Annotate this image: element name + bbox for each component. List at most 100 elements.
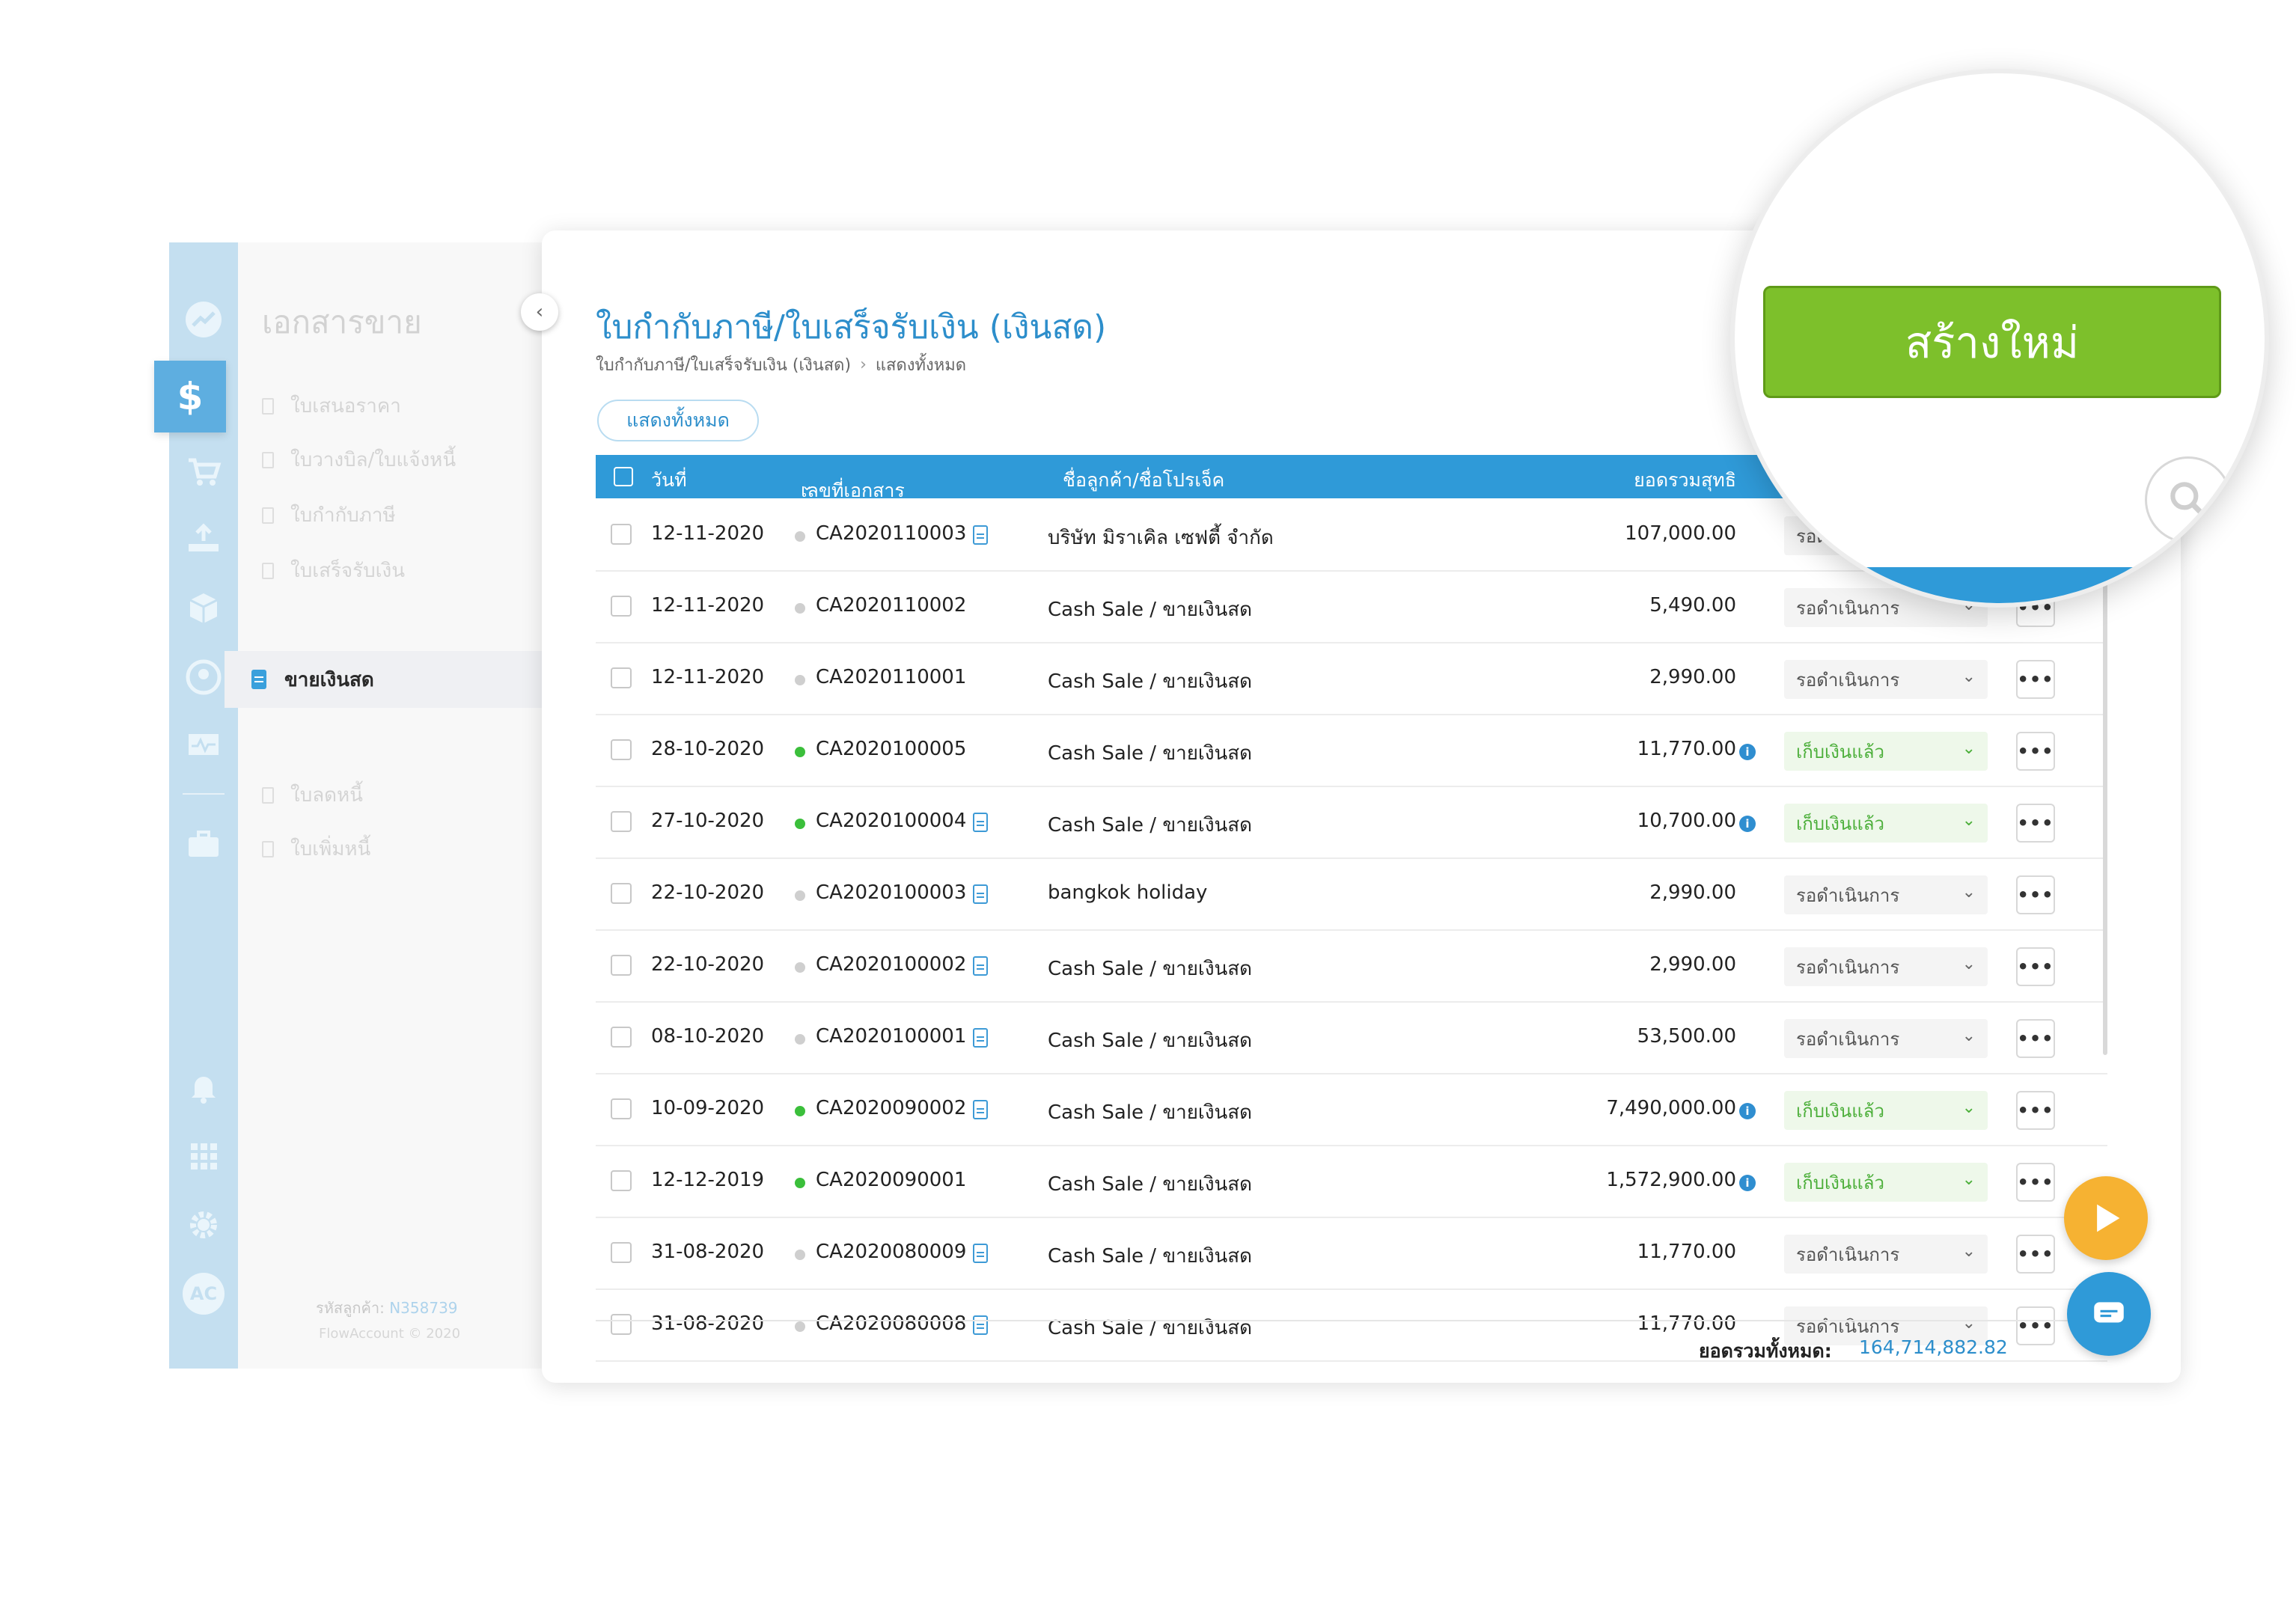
row-doc-no[interactable]: CA2020100005 [816,738,966,760]
more-actions-button[interactable]: ••• [2016,804,2055,843]
file-attachment-icon[interactable] [973,956,988,976]
search-icon[interactable] [2145,456,2232,543]
upload-tray-icon[interactable] [169,513,238,566]
file-attachment-icon[interactable] [973,813,988,832]
table-row[interactable]: 22-10-2020 CA2020100002 Cash Sale / ขายเงิ… [596,931,2107,1003]
play-tutorial-button[interactable] [2064,1176,2148,1260]
dashboard-chart-icon[interactable] [169,293,238,346]
row-checkbox[interactable] [611,883,632,904]
table-row[interactable]: 28-10-2020 CA2020100005 Cash Sale / ขายเงิ… [596,715,2107,787]
row-customer: Cash Sale / ขายเงินสด [1048,1030,1253,1052]
row-doc-no[interactable]: CA2020080009 [816,1241,966,1263]
table-row[interactable]: 22-10-2020 CA2020100003 bangkok holiday 2,9… [596,859,2107,931]
collapse-sidebar-button[interactable]: ‹ [521,293,558,331]
more-actions-button[interactable]: ••• [2016,732,2055,771]
file-attachment-icon[interactable] [973,525,988,545]
table-row[interactable]: 10-09-2020 CA2020090002 Cash Sale / ขายเงิ… [596,1074,2107,1146]
status-dropdown[interactable]: เก็บเงินแล้ว ⌄ [1784,1163,1988,1202]
file-attachment-icon[interactable] [973,1100,988,1119]
bell-icon[interactable] [169,1061,238,1113]
more-actions-button[interactable]: ••• [2016,1091,2055,1130]
status-dropdown[interactable]: รอดำเนินการ⌄ [1784,1019,1988,1058]
chevron-down-icon: ⌄ [1961,1242,1976,1261]
status-dropdown[interactable]: เก็บเงินแล้ว ⌄ [1784,804,1988,843]
more-actions-button[interactable]: ••• [2016,947,2055,986]
status-dropdown[interactable]: เก็บเงินแล้ว ⌄ [1784,732,1988,771]
table-row[interactable]: 31-08-2020 CA2020080009 Cash Sale / ขายเงิ… [596,1218,2107,1290]
breadcrumb-item[interactable]: ใบกำกับภาษี/ใบเสร็จรับเงิน (เงินสด) [596,352,851,378]
row-checkbox[interactable] [611,1098,632,1119]
info-icon[interactable]: i [1739,1103,1756,1119]
row-doc-no[interactable]: CA2020090002 [816,1097,966,1119]
row-doc-no[interactable]: CA2020110002 [816,594,966,617]
row-doc-no[interactable]: CA2020110001 [816,666,966,688]
submenu-item-receipt[interactable]: ใบเสร็จรับเงิน [262,555,405,586]
filter-show-all-button[interactable]: แสดงทั้งหมด [597,400,759,441]
table-scrollbar[interactable] [2103,576,2107,1055]
box-icon[interactable] [169,582,238,635]
status-dropdown[interactable]: รอดำเนินการ⌄ [1784,660,1988,699]
create-new-button[interactable]: สร้างใหม่ [1763,286,2221,398]
submenu-item-quotation[interactable]: ใบเสนอราคา [262,391,401,421]
column-customer[interactable]: ชื่อลูกค้า/ชื่อโปรเจ็ค [1063,465,1224,495]
row-checkbox[interactable] [611,1170,632,1191]
row-checkbox[interactable] [611,667,632,688]
row-doc-no[interactable]: CA2020090001 [816,1169,966,1191]
table-row[interactable]: 12-11-2020 CA2020110001 Cash Sale / ขายเงิ… [596,643,2107,715]
submenu-item-cash-sale[interactable]: ขายเงินสด [225,651,545,708]
more-actions-button[interactable]: ••• [2016,875,2055,914]
column-date[interactable]: วันที่ [651,465,687,495]
more-actions-button[interactable]: ••• [2016,1019,2055,1058]
row-doc-no[interactable]: CA2020100001 [816,1025,966,1048]
sales-dollar-icon[interactable]: $ [154,361,226,432]
info-icon[interactable]: i [1739,744,1756,760]
table-row[interactable]: 27-10-2020 CA2020100004 Cash Sale / ขายเงิ… [596,787,2107,859]
briefcase-icon[interactable] [169,819,238,871]
row-customer: Cash Sale / ขายเงินสด [1048,1173,1253,1196]
submenu-item-credit-note[interactable]: ใบลดหนี้ [262,780,363,810]
footer-divider [596,1320,2107,1321]
row-checkbox[interactable] [611,1027,632,1048]
avatar[interactable]: AC [169,1268,238,1320]
info-icon[interactable]: i [1739,1175,1756,1191]
submenu-item-debit-note[interactable]: ใบเพิ่มหนี้ [262,834,370,864]
file-attachment-icon[interactable] [973,1315,988,1335]
row-doc-no[interactable]: CA2020100004 [816,810,966,832]
more-actions-button[interactable]: ••• [2016,1163,2055,1202]
file-attachment-icon[interactable] [973,884,988,904]
document-icon [262,507,274,524]
row-checkbox[interactable] [611,955,632,976]
row-doc-no[interactable]: CA2020080008 [816,1312,966,1335]
table-row[interactable]: 08-10-2020 CA2020100001 Cash Sale / ขายเงิ… [596,1003,2107,1074]
status-dropdown[interactable]: รอดำเนินการ⌄ [1784,875,1988,914]
row-checkbox[interactable] [611,1314,632,1335]
gear-icon[interactable] [169,1199,238,1251]
row-doc-no[interactable]: CA2020110003 [816,522,966,545]
submenu-item-tax-invoice[interactable]: ใบกำกับภาษี [262,500,396,531]
chat-button[interactable] [2067,1272,2151,1356]
row-checkbox[interactable] [611,524,632,545]
row-checkbox[interactable] [611,739,632,760]
status-dropdown[interactable]: รอดำเนินการ⌄ [1784,1235,1988,1274]
apps-grid-icon[interactable] [169,1130,238,1182]
row-checkbox[interactable] [611,811,632,832]
submenu-item-billing[interactable]: ใบวางบิล/ใบแจ้งหนี้ [262,444,456,475]
select-all-checkbox[interactable] [614,467,633,486]
row-checkbox[interactable] [611,1242,632,1263]
file-attachment-icon[interactable] [973,1244,988,1263]
cart-icon[interactable] [169,446,238,498]
row-doc-no[interactable]: CA2020100003 [816,881,966,904]
page-title: ใบกำกับภาษี/ใบเสร็จรับเงิน (เงินสด) [596,308,1107,346]
column-amount[interactable]: ยอดรวมสุทธิ [1634,465,1736,495]
status-dropdown[interactable]: รอดำเนินการ⌄ [1784,947,1988,986]
table-row[interactable]: 12-12-2019 CA2020090001 Cash Sale / ขายเงิ… [596,1146,2107,1218]
file-attachment-icon[interactable] [973,1028,988,1048]
status-dropdown[interactable]: เก็บเงินแล้ว ⌄ [1784,1091,1988,1130]
pulse-icon[interactable] [169,720,238,772]
more-actions-button[interactable]: ••• [2016,1235,2055,1274]
row-doc-no[interactable]: CA2020100002 [816,953,966,976]
row-checkbox[interactable] [611,596,632,617]
more-actions-button[interactable]: ••• [2016,1306,2055,1345]
more-actions-button[interactable]: ••• [2016,660,2055,699]
info-icon[interactable]: i [1739,816,1756,832]
